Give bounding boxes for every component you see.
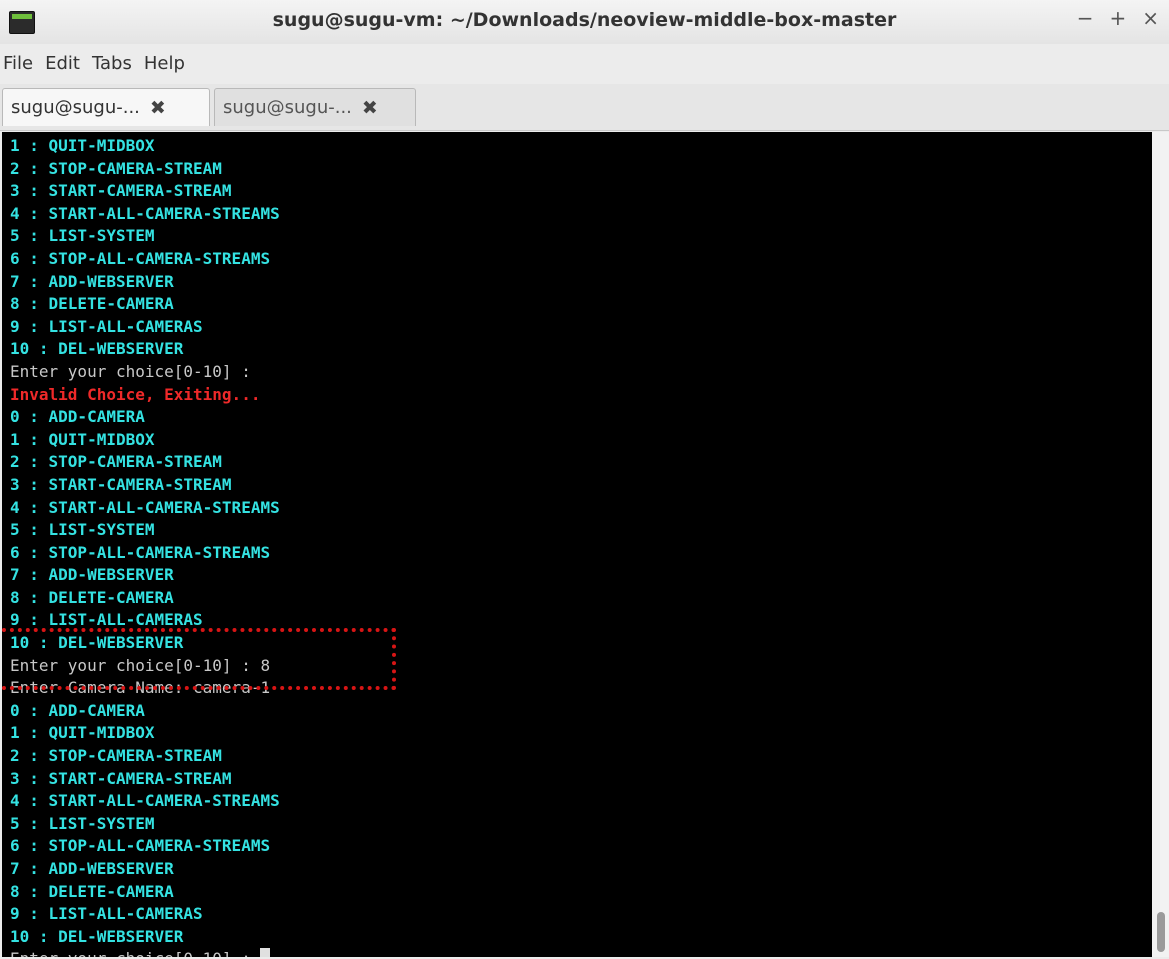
menu-help[interactable]: Help — [138, 53, 191, 74]
prompt-line: Enter your choice[0-10] : 8 — [10, 655, 280, 678]
menu-edit[interactable]: Edit — [39, 53, 86, 74]
menu-option-line: 4 : START-ALL-CAMERA-STREAMS — [10, 790, 280, 813]
line-text: 2 : STOP-CAMERA-STREAM — [10, 452, 222, 472]
line-text: 10 : DEL-WEBSERVER — [10, 633, 184, 653]
line-text: 4 : START-ALL-CAMERA-STREAMS — [10, 203, 280, 223]
maximize-icon[interactable]: + — [1109, 6, 1126, 30]
terminal-lines: 1 : QUIT-MIDBOX 2 : STOP-CAMERA-STREAM 3 :… — [10, 135, 280, 957]
line-text: 6 : STOP-ALL-CAMERA-STREAMS — [10, 542, 271, 562]
terminal-window: sugu@sugu-vm: ~/Downloads/neoview-middle… — [0, 0, 1169, 959]
tab-label: sugu@sugu-... — [223, 97, 352, 118]
close-icon[interactable]: × — [1142, 6, 1159, 30]
line-text: 9 : LIST-ALL-CAMERAS — [10, 904, 203, 924]
line-text: 8 : DELETE-CAMERA — [10, 294, 174, 314]
menu-option-line: 5 : LIST-SYSTEM — [10, 813, 280, 836]
menu-option-line: 3 : START-CAMERA-STREAM — [10, 474, 280, 497]
menu-option-line: 7 : ADD-WEBSERVER — [10, 564, 280, 587]
minimize-icon[interactable]: − — [1077, 6, 1094, 30]
line-text: 4 : START-ALL-CAMERA-STREAMS — [10, 791, 280, 811]
menu-option-line: 2 : STOP-CAMERA-STREAM — [10, 451, 280, 474]
line-text: 6 : STOP-ALL-CAMERA-STREAMS — [10, 836, 271, 856]
line-text: 3 : START-CAMERA-STREAM — [10, 768, 232, 788]
menu-option-line: 10 : DEL-WEBSERVER — [10, 632, 280, 655]
line-text: 5 : LIST-SYSTEM — [10, 226, 155, 246]
line-text: 4 : START-ALL-CAMERA-STREAMS — [10, 497, 280, 517]
vertical-scrollbar[interactable] — [1152, 132, 1169, 957]
error-message-line: Invalid Choice, Exiting... — [10, 384, 280, 407]
line-text: 1 : QUIT-MIDBOX — [10, 136, 155, 155]
menu-bar: File Edit Tabs Help — [0, 44, 1169, 82]
tab-label: sugu@sugu-... — [11, 97, 140, 118]
line-text: 0 : ADD-CAMERA — [10, 700, 145, 720]
line-text: 3 : START-CAMERA-STREAM — [10, 474, 232, 494]
line-text: 2 : STOP-CAMERA-STREAM — [10, 746, 222, 766]
window-controls: − + × — [1077, 6, 1159, 30]
tab-bar: sugu@sugu-... ✖ sugu@sugu-... ✖ — [0, 84, 1169, 131]
menu-option-line: 10 : DEL-WEBSERVER — [10, 926, 280, 949]
line-text: 9 : LIST-ALL-CAMERAS — [10, 316, 203, 336]
menu-option-line: 6 : STOP-ALL-CAMERA-STREAMS — [10, 835, 280, 858]
line-text: 10 : DEL-WEBSERVER — [10, 926, 184, 946]
menu-option-line: 2 : STOP-CAMERA-STREAM — [10, 158, 280, 181]
line-text: 1 : QUIT-MIDBOX — [10, 723, 155, 743]
line-text: Enter your choice[0-10] : — [10, 361, 251, 381]
line-text: 0 : ADD-CAMERA — [10, 407, 145, 427]
line-text: 8 : DELETE-CAMERA — [10, 587, 174, 607]
title-bar[interactable]: sugu@sugu-vm: ~/Downloads/neoview-middle… — [0, 0, 1169, 44]
menu-option-line: 1 : QUIT-MIDBOX — [10, 135, 280, 158]
menu-option-line: 3 : START-CAMERA-STREAM — [10, 768, 280, 791]
menu-option-line: 5 : LIST-SYSTEM — [10, 225, 280, 248]
line-text: Invalid Choice, Exiting... — [10, 384, 261, 404]
line-text: 3 : START-CAMERA-STREAM — [10, 181, 232, 201]
menu-tabs[interactable]: Tabs — [86, 53, 138, 74]
prompt-line: Enter your choice[0-10] : — [10, 361, 280, 384]
line-text: 1 : QUIT-MIDBOX — [10, 429, 155, 449]
menu-option-line: 9 : LIST-ALL-CAMERAS — [10, 316, 280, 339]
line-text: 9 : LIST-ALL-CAMERAS — [10, 610, 203, 630]
menu-option-line: 6 : STOP-ALL-CAMERA-STREAMS — [10, 248, 280, 271]
line-text: Enter your choice[0-10] : 8 — [10, 655, 271, 675]
menu-option-line: 8 : DELETE-CAMERA — [10, 587, 280, 610]
menu-option-line: 8 : DELETE-CAMERA — [10, 881, 280, 904]
menu-option-line: 7 : ADD-WEBSERVER — [10, 271, 280, 294]
menu-option-line: 6 : STOP-ALL-CAMERA-STREAMS — [10, 542, 280, 565]
menu-option-line: 9 : LIST-ALL-CAMERAS — [10, 609, 280, 632]
block-cursor — [260, 948, 271, 957]
line-text: 5 : LIST-SYSTEM — [10, 520, 155, 540]
line-text: Enter Camera Name: camera-1 — [10, 678, 271, 698]
close-icon[interactable]: ✖ — [362, 97, 378, 119]
scroll-thumb[interactable] — [1157, 912, 1165, 952]
prompt-line: Enter Camera Name: camera-1 — [10, 677, 280, 700]
tab-2[interactable]: sugu@sugu-... ✖ — [214, 88, 416, 126]
prompt-line: Enter your choice[0-10] : — [10, 948, 280, 957]
menu-option-line: 4 : START-ALL-CAMERA-STREAMS — [10, 203, 280, 226]
line-text: 7 : ADD-WEBSERVER — [10, 565, 174, 585]
line-text: 6 : STOP-ALL-CAMERA-STREAMS — [10, 248, 271, 268]
terminal-output[interactable]: 1 : QUIT-MIDBOX 2 : STOP-CAMERA-STREAM 3 :… — [2, 132, 1152, 957]
menu-file[interactable]: File — [0, 53, 39, 74]
line-text: 2 : STOP-CAMERA-STREAM — [10, 158, 222, 178]
menu-option-line: 3 : START-CAMERA-STREAM — [10, 180, 280, 203]
line-text: 5 : LIST-SYSTEM — [10, 813, 155, 833]
menu-option-line: 4 : START-ALL-CAMERA-STREAMS — [10, 497, 280, 520]
line-text: Enter your choice[0-10] : — [10, 949, 260, 957]
menu-option-line: 2 : STOP-CAMERA-STREAM — [10, 745, 280, 768]
menu-option-line: 1 : QUIT-MIDBOX — [10, 722, 280, 745]
menu-option-line: 1 : QUIT-MIDBOX — [10, 429, 280, 452]
menu-option-line: 10 : DEL-WEBSERVER — [10, 338, 280, 361]
menu-option-line: 7 : ADD-WEBSERVER — [10, 858, 280, 881]
line-text: 8 : DELETE-CAMERA — [10, 881, 174, 901]
menu-option-line: 8 : DELETE-CAMERA — [10, 293, 280, 316]
line-text: 7 : ADD-WEBSERVER — [10, 271, 174, 291]
menu-option-line: 0 : ADD-CAMERA — [10, 700, 280, 723]
menu-option-line: 0 : ADD-CAMERA — [10, 406, 280, 429]
menu-option-line: 9 : LIST-ALL-CAMERAS — [10, 903, 280, 926]
tab-1[interactable]: sugu@sugu-... ✖ — [2, 88, 210, 126]
menu-option-line: 5 : LIST-SYSTEM — [10, 519, 280, 542]
line-text: 10 : DEL-WEBSERVER — [10, 339, 184, 359]
line-text: 7 : ADD-WEBSERVER — [10, 859, 174, 878]
close-icon[interactable]: ✖ — [150, 97, 166, 119]
window-title: sugu@sugu-vm: ~/Downloads/neoview-middle… — [272, 9, 897, 31]
